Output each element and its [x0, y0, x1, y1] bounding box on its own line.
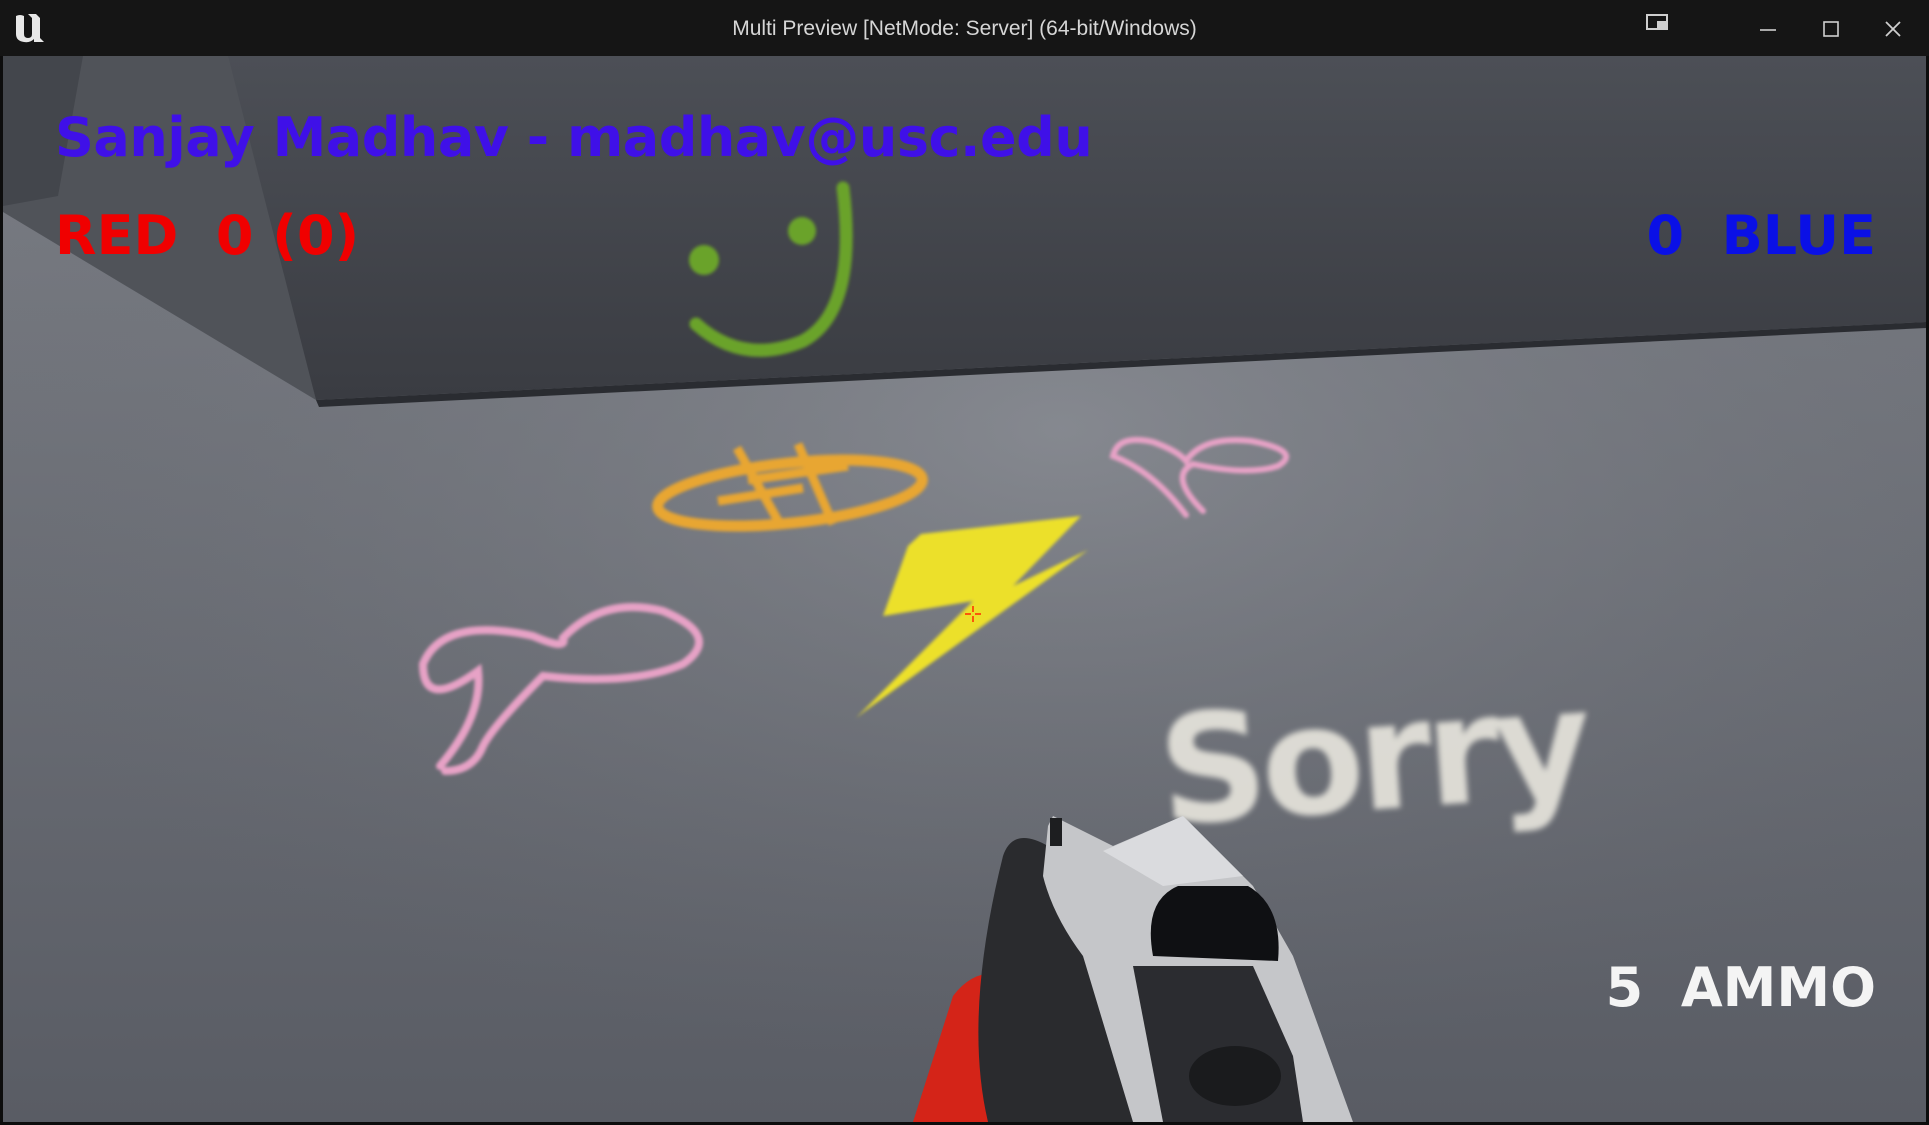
gun-rear-post	[1050, 818, 1062, 846]
smiley-right-eye	[788, 217, 816, 245]
maximize-button[interactable]	[1800, 0, 1860, 56]
blue-team-score: 0 BLUE	[1646, 204, 1876, 267]
gun-sight	[1150, 886, 1279, 961]
game-window: Multi Preview [NetMode: Server] (64-bit/…	[0, 0, 1929, 1125]
gun-dial	[1189, 1046, 1281, 1106]
picture-in-picture-button[interactable]	[1626, 0, 1686, 56]
smiley-left-eye	[689, 245, 719, 275]
sorry-text-decal: Sorry	[1153, 656, 1595, 860]
ammo-counter: 5 AMMO	[1605, 956, 1876, 1019]
close-icon	[1885, 21, 1901, 37]
title-bar[interactable]: Multi Preview [NetMode: Server] (64-bit/…	[0, 0, 1929, 56]
player-name-label: Sanjay Madhav - madhav@usc.edu	[55, 106, 1093, 169]
red-team-score: RED 0 (0)	[55, 204, 360, 267]
crosshair-icon	[965, 606, 981, 622]
picture-in-picture-icon	[1646, 14, 1668, 30]
minimize-icon	[1760, 29, 1776, 31]
close-button[interactable]	[1863, 0, 1923, 56]
minimize-button[interactable]	[1738, 0, 1798, 56]
maximize-icon	[1823, 21, 1839, 37]
game-viewport[interactable]: Sorry Sanjay Madhav - madhav@usc.edu RED…	[3, 56, 1926, 1122]
